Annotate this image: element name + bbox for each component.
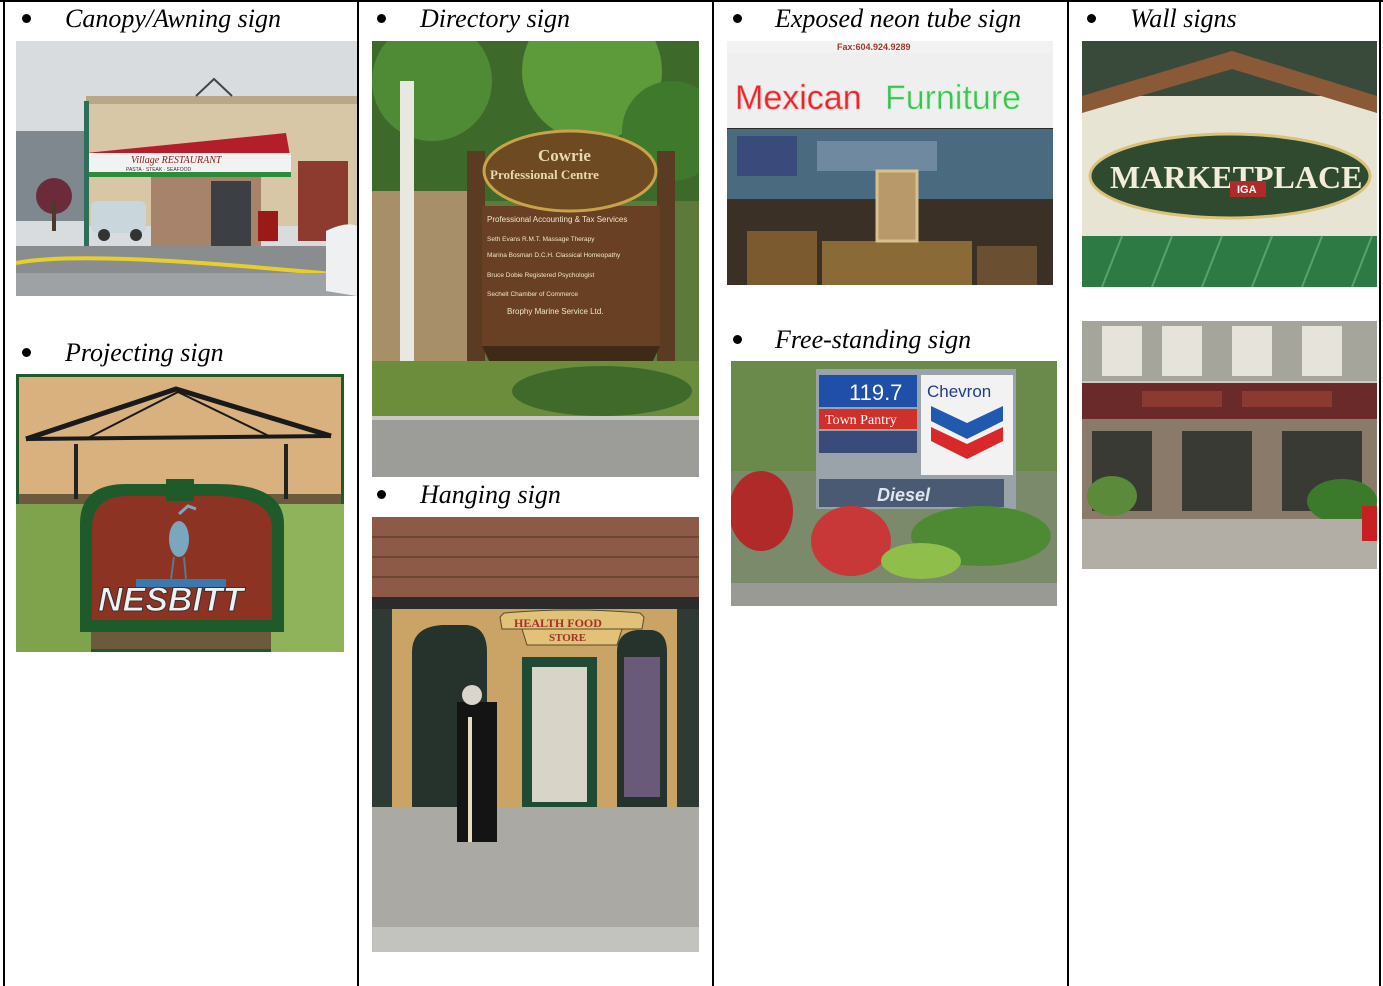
fuel-text: Diesel — [877, 485, 931, 505]
neon-sign-photo: Fax:604.924.9289 Mexican Furniture — [727, 41, 1053, 285]
svg-text:Cowrie: Cowrie — [538, 146, 591, 165]
svg-text:Seth Evans R.M.T. Massage The: Seth Evans R.M.T. Massage Therapy — [487, 236, 595, 243]
caption-projecting: Projecting sign — [65, 338, 224, 367]
awning-text: Village RESTAURANT — [131, 155, 223, 166]
bullet — [22, 14, 31, 23]
store-text: Town Pantry — [825, 413, 897, 428]
table-border-left — [3, 0, 5, 986]
svg-text:Brophy Marine Service Ltd.: Brophy Marine Service Ltd. — [507, 307, 604, 316]
brand-text: Chevron — [927, 382, 991, 401]
column-divider-2 — [712, 0, 714, 986]
column-divider-1 — [357, 0, 359, 986]
table-border-right — [1379, 0, 1381, 986]
svg-text:Fax:604.924.9289: Fax:604.924.9289 — [837, 42, 911, 52]
hanging-sign-photo: HEALTH FOOD STORE — [372, 517, 699, 952]
bullet — [22, 348, 31, 357]
caption-wall: Wall signs — [1130, 4, 1237, 33]
svg-text:PASTA · STEAK · SEAFOOD: PASTA · STEAK · SEAFOOD — [126, 167, 191, 173]
hanging-sign-text-2: STORE — [549, 632, 586, 644]
column-divider-3 — [1067, 0, 1069, 986]
bullet — [377, 490, 386, 499]
projecting-sign-photo: NESBITT — [16, 374, 344, 652]
neon-green-text: Furniture — [885, 79, 1021, 117]
caption-hanging: Hanging sign — [420, 480, 561, 509]
price-text: 119.7 — [849, 380, 902, 405]
table-border-top — [0, 0, 1383, 2]
caption-directory: Directory sign — [420, 4, 570, 33]
caption-canopy: Canopy/Awning sign — [65, 4, 281, 33]
svg-text:Professional Centre: Professional Centre — [490, 167, 599, 182]
free-standing-sign-photo: 119.7 Town Pantry Chevron Diesel — [731, 361, 1057, 606]
bullet — [733, 335, 742, 344]
svg-text:Bruce Dobie Registered Psycho: Bruce Dobie Registered Psychologist — [487, 272, 594, 279]
caption-freestanding: Free-standing sign — [775, 325, 972, 354]
svg-text:Professional Accounting & Tax: Professional Accounting & Tax Services — [487, 215, 627, 224]
bullet — [1087, 14, 1096, 23]
bullet — [377, 14, 386, 23]
bullet — [733, 14, 742, 23]
caption-neon: Exposed neon tube sign — [775, 4, 1022, 33]
svg-text:IGA: IGA — [1237, 184, 1257, 196]
hanging-sign-text-1: HEALTH FOOD — [514, 616, 602, 630]
svg-text:Sechelt Chamber of Commerce: Sechelt Chamber of Commerce — [487, 291, 578, 298]
svg-text:Marina Bosman D.C.H. Classica: Marina Bosman D.C.H. Classical Homeopath… — [487, 252, 621, 259]
directory-sign-photo: Cowrie Professional Centre Professional … — [372, 41, 699, 477]
wall-sign-photo-1: MARKETPLACE IGA — [1082, 41, 1377, 287]
canopy-awning-photo: Village RESTAURANT PASTA · STEAK · SEAFO… — [16, 41, 357, 296]
projecting-sign-text: NESBITT — [98, 581, 247, 619]
wall-sign-photo-2 — [1082, 321, 1377, 569]
neon-red-text: Mexican — [735, 79, 862, 117]
